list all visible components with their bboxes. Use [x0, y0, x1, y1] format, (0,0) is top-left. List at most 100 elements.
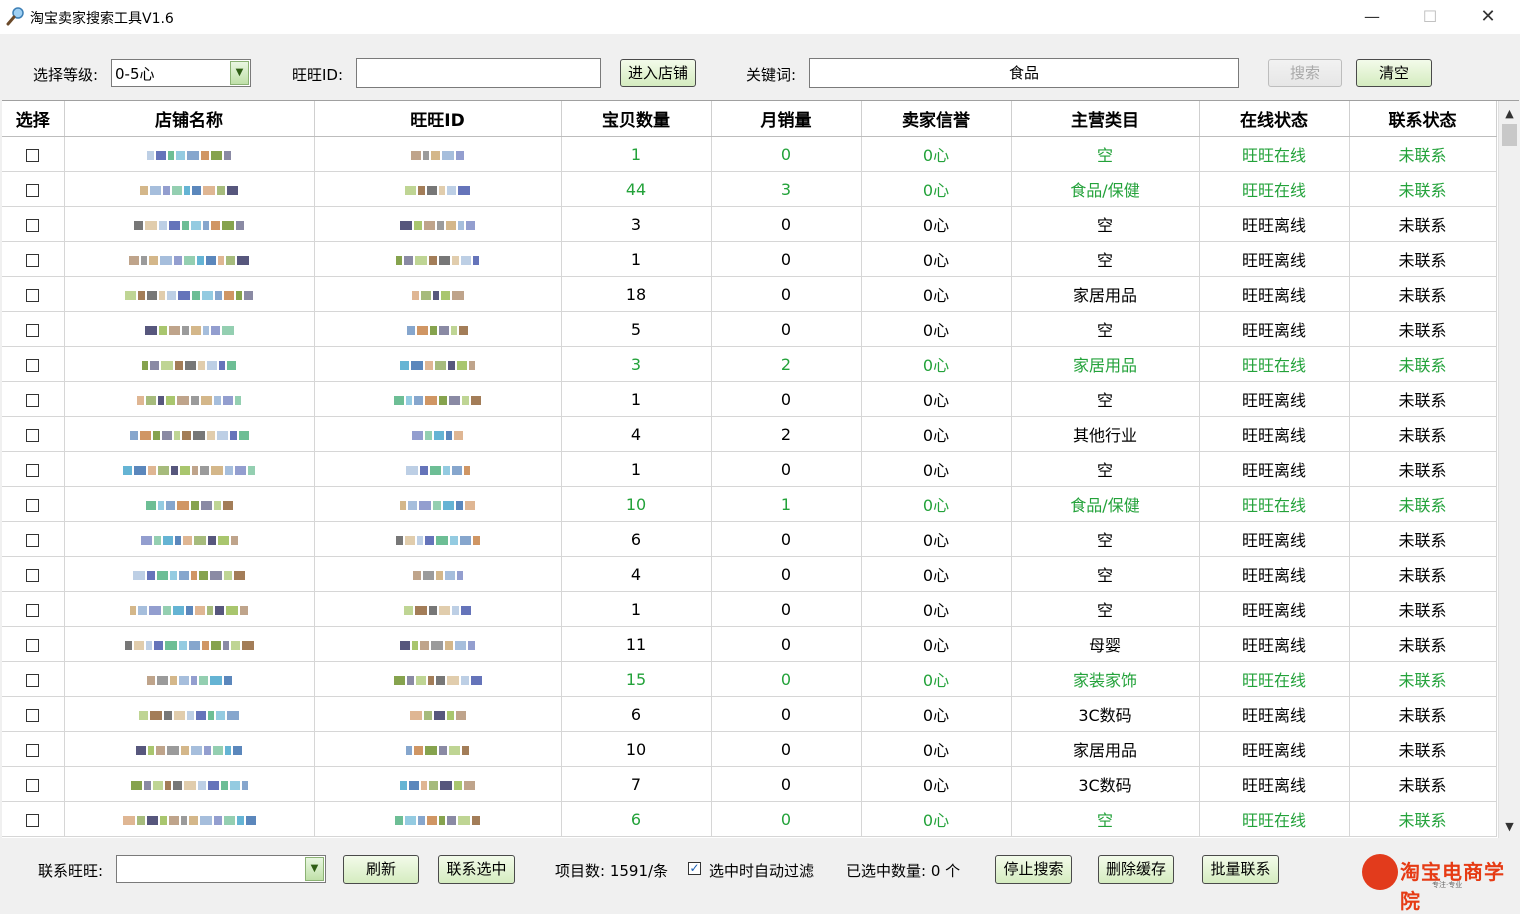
- table-row[interactable]: 11 0 0心 母婴 旺旺离线 未联系: [2, 626, 1497, 662]
- col-category[interactable]: 主营类目: [1011, 101, 1200, 137]
- col-select[interactable]: 选择: [2, 101, 65, 137]
- table-row[interactable]: 1 0 0心空旺旺离线 未联系: [2, 241, 1497, 277]
- wangwang-id-cell[interactable]: [314, 486, 562, 522]
- col-contact-status[interactable]: 联系状态: [1349, 101, 1497, 137]
- enter-shop-button[interactable]: 进入店铺: [620, 59, 696, 87]
- row-checkbox[interactable]: [26, 288, 40, 302]
- shop-name-cell[interactable]: [64, 451, 315, 487]
- row-checkbox[interactable]: [26, 708, 40, 722]
- clear-button[interactable]: 清空: [1356, 59, 1432, 87]
- wangwang-id-cell[interactable]: [314, 591, 562, 627]
- col-online-status[interactable]: 在线状态: [1199, 101, 1350, 137]
- table-row[interactable]: 15 0 0心 家装家饰 旺旺在线 未联系: [2, 661, 1497, 697]
- wangwang-id-cell[interactable]: [314, 206, 562, 242]
- shop-name-cell[interactable]: [64, 486, 315, 522]
- stop-search-button[interactable]: 停止搜索: [995, 855, 1072, 884]
- row-checkbox[interactable]: [26, 463, 40, 477]
- table-row[interactable]: 6 0 0心空旺旺离线 未联系: [2, 521, 1497, 557]
- row-checkbox[interactable]: [26, 533, 40, 547]
- delete-cache-button[interactable]: 删除缓存: [1098, 855, 1174, 884]
- search-button[interactable]: 搜索: [1268, 59, 1342, 87]
- shop-name-cell[interactable]: [64, 521, 315, 557]
- wangwang-id-cell[interactable]: [314, 311, 562, 347]
- row-checkbox[interactable]: [26, 148, 40, 162]
- table-row[interactable]: 3 2 0心 家居用品 旺旺在线 未联系: [2, 346, 1497, 382]
- wangwang-id-cell[interactable]: [314, 136, 562, 172]
- shop-name-cell[interactable]: [64, 136, 315, 172]
- table-row[interactable]: 1 0 0心空旺旺离线 未联系: [2, 451, 1497, 487]
- shop-name-cell[interactable]: [64, 766, 315, 802]
- shop-name-cell[interactable]: [64, 591, 315, 627]
- row-checkbox[interactable]: [26, 743, 40, 757]
- wangwang-id-cell[interactable]: [314, 346, 562, 382]
- wangwang-id-cell[interactable]: [314, 171, 562, 207]
- batch-contact-button[interactable]: 批量联系: [1202, 855, 1279, 884]
- scroll-down-icon[interactable]: ▼: [1499, 818, 1519, 836]
- chevron-down-icon[interactable]: ▼: [230, 61, 249, 85]
- row-checkbox[interactable]: [26, 323, 40, 337]
- table-row[interactable]: 18 0 0心 家居用品 旺旺离线 未联系: [2, 276, 1497, 312]
- shop-name-cell[interactable]: [64, 661, 315, 697]
- shop-name-cell[interactable]: [64, 381, 315, 417]
- col-shop-name[interactable]: 店铺名称: [64, 101, 315, 137]
- wangwang-id-cell[interactable]: [314, 661, 562, 697]
- shop-name-cell[interactable]: [64, 556, 315, 592]
- wangwang-id-cell[interactable]: [314, 276, 562, 312]
- shop-name-cell[interactable]: [64, 171, 315, 207]
- wangwang-id-cell[interactable]: [314, 241, 562, 277]
- table-row[interactable]: 5 0 0心空旺旺离线 未联系: [2, 311, 1497, 347]
- col-wangwang-id[interactable]: 旺旺ID: [314, 101, 562, 137]
- table-row[interactable]: 1 0 0心空旺旺在线 未联系: [2, 136, 1497, 172]
- row-checkbox[interactable]: [26, 673, 40, 687]
- keyword-input[interactable]: 食品: [809, 58, 1239, 88]
- results-grid[interactable]: 选择 店铺名称 旺旺ID 宝贝数量 月销量 卖家信誉 主营类目 在线状态 联系状…: [2, 100, 1519, 838]
- table-row[interactable]: 1 0 0心空旺旺离线 未联系: [2, 591, 1497, 627]
- minimize-button[interactable]: —: [1343, 0, 1401, 34]
- shop-name-cell[interactable]: [64, 801, 315, 837]
- row-checkbox[interactable]: [26, 183, 40, 197]
- wangwang-id-cell[interactable]: [314, 766, 562, 802]
- shop-name-cell[interactable]: [64, 206, 315, 242]
- wangwang-id-cell[interactable]: [314, 696, 562, 732]
- row-checkbox[interactable]: [26, 428, 40, 442]
- col-monthly-sales[interactable]: 月销量: [711, 101, 862, 137]
- shop-name-cell[interactable]: [64, 276, 315, 312]
- table-row[interactable]: 7 0 0心 3C数码 旺旺离线 未联系: [2, 766, 1497, 802]
- row-checkbox[interactable]: [26, 568, 40, 582]
- table-row[interactable]: 4 0 0心空旺旺离线 未联系: [2, 556, 1497, 592]
- wangwang-id-cell[interactable]: [314, 521, 562, 557]
- maximize-button[interactable]: ☐: [1401, 0, 1459, 34]
- row-checkbox[interactable]: [26, 498, 40, 512]
- close-button[interactable]: ✕: [1459, 0, 1517, 34]
- row-checkbox[interactable]: [26, 358, 40, 372]
- row-checkbox[interactable]: [26, 638, 40, 652]
- shop-name-cell[interactable]: [64, 626, 315, 662]
- table-row[interactable]: 3 0 0心空旺旺离线 未联系: [2, 206, 1497, 242]
- wangwang-id-cell[interactable]: [314, 731, 562, 767]
- scroll-up-icon[interactable]: ▲: [1499, 105, 1519, 123]
- wangwang-id-cell[interactable]: [314, 381, 562, 417]
- refresh-button[interactable]: 刷新: [343, 855, 419, 884]
- vertical-scrollbar[interactable]: ▲ ▼: [1498, 101, 1519, 838]
- wangwang-input[interactable]: [356, 58, 601, 88]
- table-row[interactable]: 10 0 0心 家居用品 旺旺离线 未联系: [2, 731, 1497, 767]
- chevron-down-icon[interactable]: ▼: [305, 857, 324, 881]
- row-checkbox[interactable]: [26, 603, 40, 617]
- table-row[interactable]: 1 0 0心空旺旺离线 未联系: [2, 381, 1497, 417]
- level-select[interactable]: 0-5心 ▼: [111, 59, 251, 87]
- row-checkbox[interactable]: [26, 393, 40, 407]
- col-item-count[interactable]: 宝贝数量: [561, 101, 712, 137]
- contact-wangwang-select[interactable]: ▼: [116, 855, 326, 883]
- shop-name-cell[interactable]: [64, 416, 315, 452]
- contact-selected-button[interactable]: 联系选中: [438, 855, 515, 884]
- table-row[interactable]: 6 0 0心 3C数码 旺旺离线 未联系: [2, 696, 1497, 732]
- auto-filter-checkbox[interactable]: ✓: [688, 862, 701, 875]
- shop-name-cell[interactable]: [64, 696, 315, 732]
- row-checkbox[interactable]: [26, 218, 40, 232]
- wangwang-id-cell[interactable]: [314, 451, 562, 487]
- wangwang-id-cell[interactable]: [314, 416, 562, 452]
- row-checkbox[interactable]: [26, 813, 40, 827]
- table-row[interactable]: 44 3 0心 食品/保健 旺旺在线 未联系: [2, 171, 1497, 207]
- wangwang-id-cell[interactable]: [314, 556, 562, 592]
- shop-name-cell[interactable]: [64, 311, 315, 347]
